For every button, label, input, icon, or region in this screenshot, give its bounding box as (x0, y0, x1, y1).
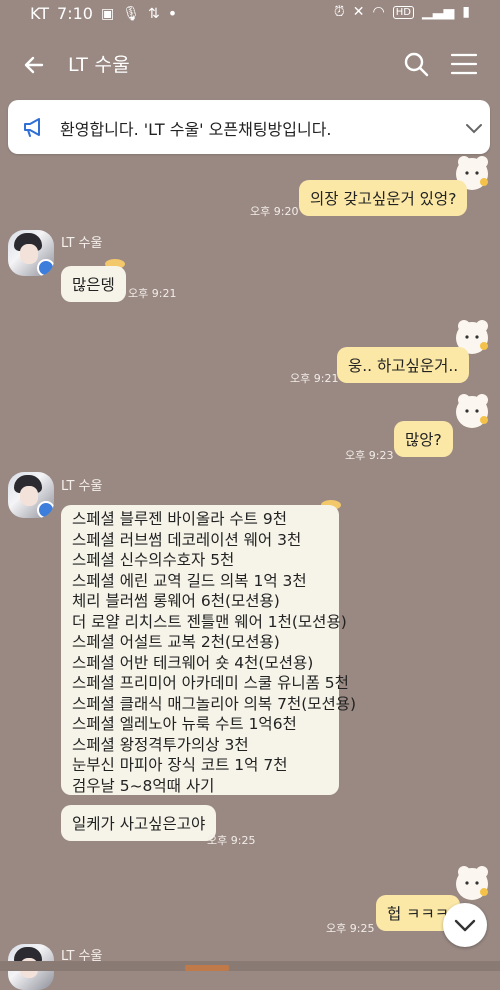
chat-title: LT 수울 (68, 54, 131, 76)
sender-name: LT 수울 (61, 479, 103, 494)
sender-name: LT 수울 (61, 236, 103, 251)
list-item: 스페셜 프리미어 아카데미 스쿨 유니폼 5천 (72, 674, 349, 692)
clock: 7:10 (57, 4, 93, 23)
avatar[interactable] (8, 472, 54, 518)
list-item: 체리 블러썸 롱웨어 6천(모션용) (72, 592, 280, 610)
list-item: 스페셜 블루젠 바이올라 수트 9천 (72, 510, 287, 528)
list-item: 스페셜 왕정격투가의상 3천 (72, 735, 249, 754)
host-badge-icon (37, 259, 54, 276)
chevron-down-icon (454, 919, 476, 932)
list-item: 스페셜 어설트 교복 2천(모션용) (72, 633, 280, 651)
list-item: 눈부신 마피아 장식 코트 1억 7천 (72, 756, 288, 774)
notification-dot: • (167, 4, 178, 23)
mute-icon: ✕ (352, 4, 365, 20)
signal-icon: ▁▃▅ (421, 4, 455, 20)
back-arrow-icon[interactable] (20, 50, 50, 80)
scroll-to-bottom-button[interactable] (443, 903, 487, 947)
mic-icon: 🎙︎ (122, 5, 140, 22)
carrier-label: KT (30, 4, 50, 23)
avatar[interactable] (8, 230, 54, 276)
battery-icon: ▮ (462, 4, 470, 20)
message-bubble[interactable]: 웅.. 하고싶운거.. (337, 347, 470, 383)
chevron-down-icon[interactable] (464, 118, 484, 138)
chat-header: LT 수울 (0, 30, 500, 102)
sync-icon: ⇅ (147, 5, 160, 22)
message-bubble[interactable]: 많앙? (394, 421, 453, 457)
list-item: 스페셜 러브썸 데코레이션 웨어 3천 (72, 530, 302, 549)
bottom-bar (0, 961, 500, 971)
message-time: 오후 9:21 (290, 372, 339, 385)
message-bubble[interactable]: 의장 갖고싶운거 있엉? (299, 180, 468, 216)
list-item: 스페셜 어반 테크웨어 숏 4천(모션용) (72, 653, 314, 672)
message-bubble[interactable]: 많은뎅 (61, 266, 126, 302)
list-item: 스페셜 클래식 매그놀리아 의복 7천(모션용) (72, 694, 357, 713)
message-time: 오후 9:23 (345, 449, 394, 462)
list-item: 스페셜 에린 교역 길드 의복 1억 3천 (72, 571, 307, 590)
notice-banner[interactable]: 환영합니다. 'LT 수울' 오픈채팅방입니다. (8, 100, 490, 154)
search-icon[interactable] (402, 50, 430, 78)
message-time: 오후 9:25 (207, 834, 256, 847)
list-item: 스페셜 신수의수호자 5천 (72, 551, 235, 569)
message-time: 오후 9:25 (326, 922, 375, 935)
hd-icon: HD (392, 5, 414, 19)
wifi-icon: ◠ (372, 4, 385, 20)
list-item: 더 로얄 리치스트 젠틀맨 웨어 1천(모션용) (72, 612, 347, 631)
list-item: 검우날 5~8억때 사기 (72, 776, 215, 795)
list-item: 스페셜 엘레노아 뉴룩 수트 1억6천 (72, 715, 297, 733)
gallery-icon: ▣ (100, 5, 115, 22)
megaphone-icon (24, 118, 40, 137)
alarm-icon: ⏰︎ (333, 4, 345, 20)
host-badge-icon (37, 501, 54, 518)
bear-sticker-icon (456, 866, 488, 900)
menu-icon[interactable] (450, 52, 478, 76)
message-time: 오후 9:20 (250, 205, 299, 218)
bear-sticker-icon (456, 394, 488, 428)
input-indicator (185, 965, 229, 971)
message-bubble-list[interactable]: 스페셜 블루젠 바이올라 수트 9천 스페셜 러브썸 데코레이션 웨어 3천 스… (61, 505, 357, 795)
message-bubble[interactable]: 일케가 사고싶은고야 (61, 805, 217, 841)
status-bar: KT 7:10 ▣ 🎙︎ ⇅ • ⏰︎ ✕ ◠ HD ▁▃▅ ▮ (0, 0, 500, 30)
message-time: 오후 9:21 (128, 287, 177, 300)
notice-text: 환영합니다. 'LT 수울' 오픈채팅방입니다. (60, 120, 332, 139)
